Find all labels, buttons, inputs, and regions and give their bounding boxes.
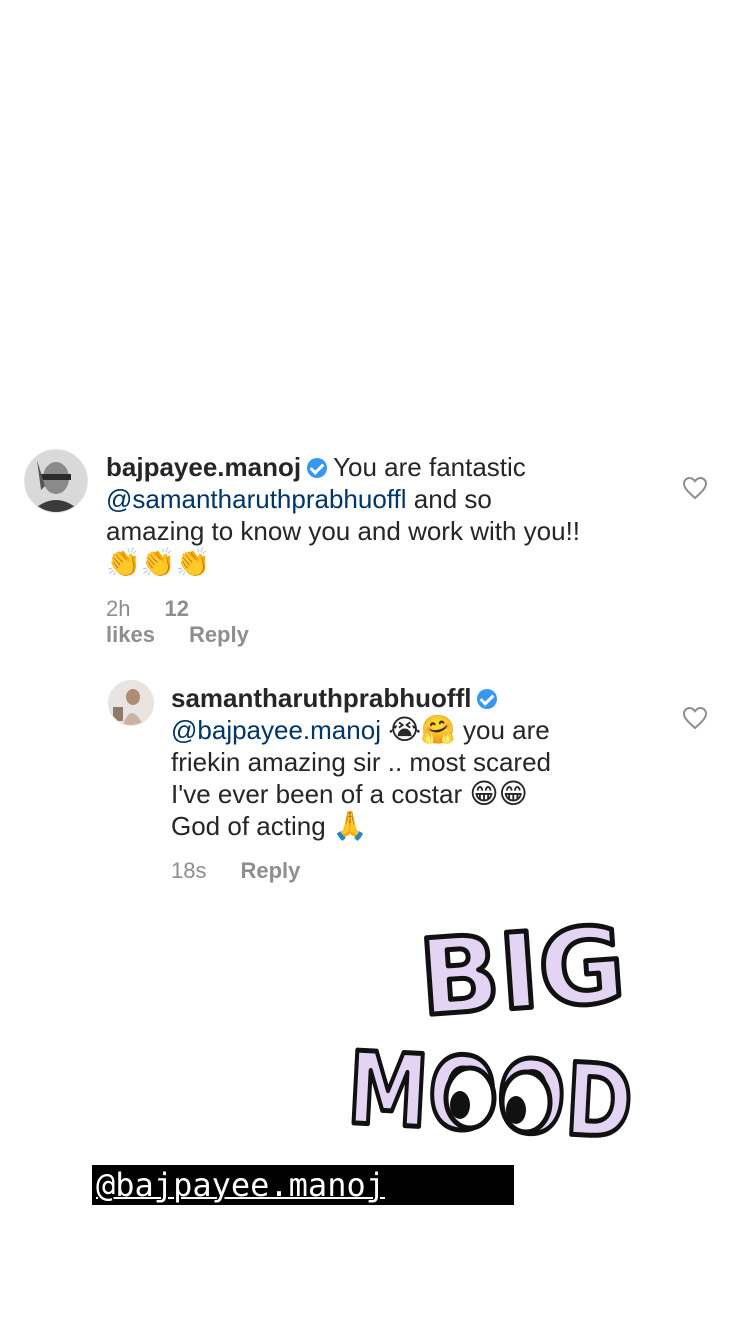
avatar[interactable] — [24, 449, 88, 513]
comment-username[interactable]: samantharuthprabhuoffl — [171, 683, 471, 713]
mention-tag-text: @bajpayee.manoj — [96, 1166, 385, 1204]
mention-tag[interactable]: @bajpayee.manoj — [92, 1165, 514, 1205]
comment-text: you are — [455, 715, 550, 745]
verified-badge-icon — [477, 689, 498, 709]
grinning-emoji: 😁😁 — [469, 777, 528, 810]
comment-meta: 2h 12 likes Reply — [106, 596, 283, 648]
profile-photo-woman-icon — [109, 681, 153, 725]
folded-hands-emoji: 🙏 — [332, 809, 368, 842]
comment-text: and so — [406, 484, 492, 514]
comment-time: 18s — [171, 858, 207, 883]
comment-text: God of acting — [171, 811, 326, 841]
heart-outline-icon[interactable] — [682, 476, 708, 500]
comment-username[interactable]: bajpayee.manoj — [106, 452, 301, 482]
comment-text: You are fantastic — [333, 452, 526, 482]
reply-button[interactable]: Reply — [240, 858, 300, 883]
comment-body: samantharuthprabhuoffl @bajpayee.manoj 😭… — [171, 682, 671, 842]
heart-outline-icon[interactable] — [682, 706, 708, 730]
comment-body: bajpayee.manoj You are fantastic @samanth… — [106, 451, 666, 579]
comment-text: amazing to know you and work with you!! — [106, 516, 581, 546]
comment-text: friekin amazing sir .. most scared — [171, 747, 552, 777]
reply-button[interactable]: Reply — [189, 622, 249, 647]
verified-badge-icon — [307, 458, 328, 478]
comment-meta: 18s Reply — [171, 858, 334, 884]
crying-hug-emoji: 😭🤗 — [388, 713, 456, 746]
profile-photo-man-icon — [25, 450, 87, 512]
comment-time: 2h — [106, 596, 131, 621]
avatar[interactable] — [108, 680, 154, 726]
sticker-word-big: BIG — [415, 904, 628, 1040]
comment-text: I've ever been of a costar — [171, 779, 463, 809]
mention-link[interactable]: @bajpayee.manoj — [171, 715, 381, 745]
big-mood-sticker[interactable]: BIG MOOD — [340, 900, 640, 1170]
clapping-hands-emoji: 👏👏👏 — [106, 546, 211, 579]
mention-link[interactable]: @samantharuthprabhuoffl — [106, 484, 407, 514]
